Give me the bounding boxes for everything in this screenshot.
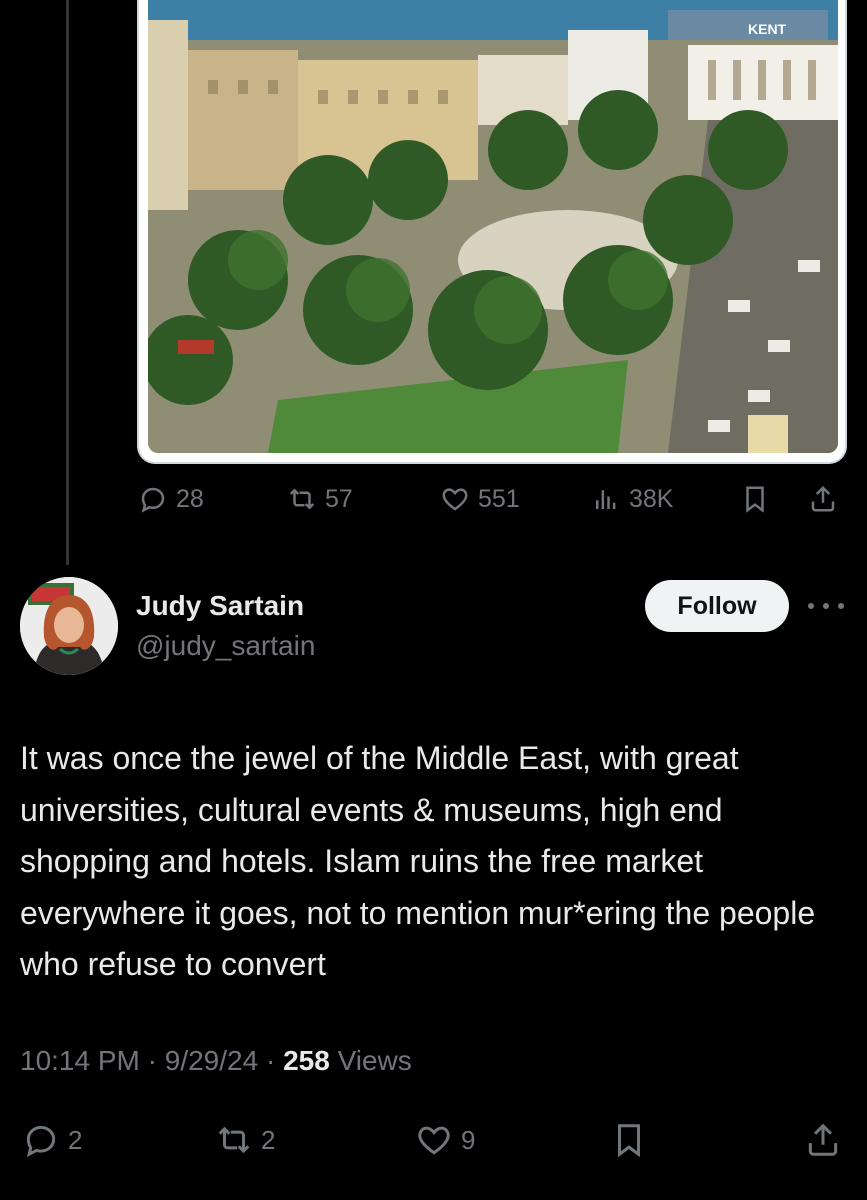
reply-count: 28: [176, 484, 204, 513]
share-icon: [808, 1123, 838, 1156]
like-button[interactable]: 9: [415, 1121, 475, 1159]
avatar-photo: [20, 577, 118, 675]
like-icon: [418, 1126, 450, 1155]
user-handle[interactable]: @judy_sartain: [136, 630, 315, 662]
avatar[interactable]: [20, 577, 118, 675]
thread-line: [66, 0, 69, 565]
city-square-photo: KENT: [148, 0, 838, 453]
reply-button[interactable]: 2: [22, 1121, 82, 1159]
like-button[interactable]: 551: [440, 484, 520, 514]
bookmark-button[interactable]: [610, 1121, 648, 1159]
bookmark-button[interactable]: [740, 484, 770, 514]
tweet-date[interactable]: 9/29/24: [165, 1045, 258, 1076]
separator: ·: [147, 1045, 157, 1076]
reply-icon: [141, 487, 165, 513]
views-icon: [596, 490, 616, 509]
tweet-text: It was once the jewel of the Middle East…: [20, 740, 816, 982]
reply-button[interactable]: 28: [138, 484, 204, 514]
tweet-image[interactable]: KENT: [137, 0, 847, 464]
more-options-icon[interactable]: [808, 594, 844, 618]
follow-button[interactable]: Follow: [645, 580, 789, 632]
tweet-time[interactable]: 10:14 PM: [20, 1045, 140, 1076]
share-button[interactable]: [808, 484, 838, 514]
bookmark-icon: [617, 1124, 641, 1158]
kent-sign: KENT: [748, 21, 787, 37]
bookmark-icon: [746, 486, 764, 513]
views-count: 258: [283, 1045, 330, 1076]
like-count: 551: [478, 484, 520, 513]
retweet-icon: [289, 488, 315, 510]
views-button[interactable]: 38K: [591, 484, 673, 514]
retweet-count: 57: [325, 484, 353, 513]
tweet-metadata: 10:14 PM · 9/29/24 · 258 Views: [20, 1045, 412, 1077]
like-icon: [442, 488, 468, 511]
views-count: 38K: [629, 484, 674, 513]
share-icon: [811, 485, 835, 512]
retweet-button[interactable]: 57: [287, 484, 353, 514]
separator: ·: [265, 1045, 276, 1076]
reply-icon: [26, 1125, 56, 1158]
reply-count: 2: [68, 1124, 83, 1155]
display-name[interactable]: Judy Sartain: [136, 590, 304, 622]
like-count: 9: [461, 1124, 476, 1155]
share-button[interactable]: [804, 1121, 842, 1159]
views-label: Views: [337, 1045, 412, 1076]
retweet-count: 2: [261, 1124, 276, 1155]
retweet-button[interactable]: 2: [215, 1121, 275, 1159]
retweet-icon: [218, 1126, 250, 1154]
